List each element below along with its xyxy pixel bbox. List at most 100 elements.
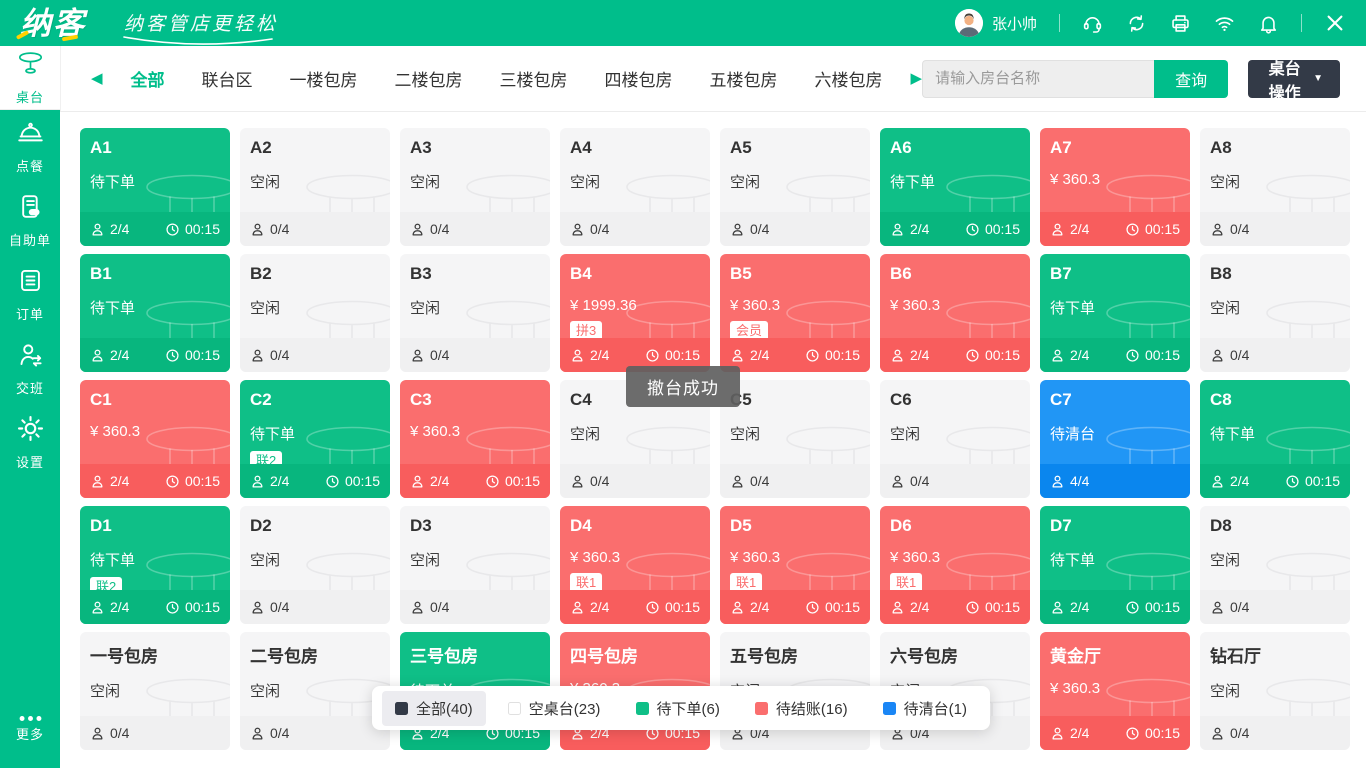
headset-icon[interactable] [1082, 13, 1103, 34]
table-card-C6[interactable]: C6空闲0/4 [880, 380, 1030, 498]
table-card-C1[interactable]: C1¥ 360.32/400:15 [80, 380, 230, 498]
table-card-B3[interactable]: B3空闲0/4 [400, 254, 550, 372]
occupancy: 2/4 [1050, 599, 1089, 615]
person-icon [90, 726, 105, 741]
occupancy: 4/4 [1050, 473, 1089, 489]
sidebar-item-交班[interactable]: 交班 [0, 332, 60, 406]
occupancy: 2/4 [570, 599, 609, 615]
person-icon [90, 600, 105, 615]
table-card-钻石厅[interactable]: 钻石厅空闲0/4 [1200, 632, 1350, 750]
table-card-D6[interactable]: D6¥ 360.3联12/400:15 [880, 506, 1030, 624]
card-footer: 2/400:15 [880, 212, 1030, 246]
wifi-icon[interactable] [1214, 13, 1235, 34]
close-icon[interactable] [1324, 12, 1346, 34]
legend-swatch [395, 702, 408, 715]
table-card-A7[interactable]: A7¥ 360.32/400:15 [1040, 128, 1190, 246]
table-card-A4[interactable]: A4空闲0/4 [560, 128, 710, 246]
table-name: A4 [570, 138, 700, 158]
table-card-B7[interactable]: B7待下单2/400:15 [1040, 254, 1190, 372]
timer: 00:15 [805, 599, 860, 615]
tab-六楼包房[interactable]: 六楼包房 [815, 66, 883, 91]
legend-item-全部(40)[interactable]: 全部(40) [382, 691, 486, 726]
clock-icon [165, 222, 180, 237]
occupancy: 0/4 [250, 725, 289, 741]
table-icon [17, 50, 44, 82]
table-card-黄金厅[interactable]: 黄金厅¥ 360.32/400:15 [1040, 632, 1190, 750]
table-card-D2[interactable]: D2空闲0/4 [240, 506, 390, 624]
tab-联台区[interactable]: 联台区 [202, 66, 253, 91]
table-card-一号包房[interactable]: 一号包房空闲0/4 [80, 632, 230, 750]
sidebar-item-自助单[interactable]: 自助单 [0, 184, 60, 258]
table-card-C7[interactable]: C7待清台4/4 [1040, 380, 1190, 498]
tabs-prev-arrow[interactable]: ◀ [91, 71, 103, 86]
sync-icon[interactable] [1126, 13, 1147, 34]
legend-item-待下单(6)[interactable]: 待下单(6) [623, 691, 733, 726]
table-card-D8[interactable]: D8空闲0/4 [1200, 506, 1350, 624]
bell-icon[interactable] [1258, 13, 1279, 34]
table-card-C8[interactable]: C8待下单2/400:15 [1200, 380, 1350, 498]
tab-全部[interactable]: 全部 [131, 66, 165, 91]
table-card-二号包房[interactable]: 二号包房空闲0/4 [240, 632, 390, 750]
table-card-B5[interactable]: B5¥ 360.3会员2/400:15 [720, 254, 870, 372]
occupancy: 2/4 [890, 347, 929, 363]
table-card-D1[interactable]: D1待下单联22/400:15 [80, 506, 230, 624]
occupancy: 0/4 [1210, 599, 1249, 615]
person-icon [410, 348, 425, 363]
app-window: 纳客 纳客管店更轻松 张小帅 [0, 0, 1366, 768]
tab-五楼包房[interactable]: 五楼包房 [710, 66, 778, 91]
occupancy: 0/4 [1210, 347, 1249, 363]
table-actions-button[interactable]: 桌台操作 ▼ [1248, 60, 1340, 98]
search-button[interactable]: 查询 [1154, 60, 1228, 98]
table-card-B2[interactable]: B2空闲0/4 [240, 254, 390, 372]
table-card-A6[interactable]: A6待下单2/400:15 [880, 128, 1030, 246]
table-card-A2[interactable]: A2空闲0/4 [240, 128, 390, 246]
sidebar-item-more[interactable]: 更多 [0, 694, 60, 768]
table-card-A5[interactable]: A5空闲0/4 [720, 128, 870, 246]
tab-二楼包房[interactable]: 二楼包房 [395, 66, 463, 91]
person-icon [1050, 348, 1065, 363]
table-card-C3[interactable]: C3¥ 360.32/400:15 [400, 380, 550, 498]
occupancy: 2/4 [1050, 221, 1089, 237]
table-card-A3[interactable]: A3空闲0/4 [400, 128, 550, 246]
card-footer: 2/400:15 [560, 590, 710, 624]
search-input[interactable] [922, 60, 1154, 98]
table-card-C5[interactable]: C5空闲0/4 [720, 380, 870, 498]
table-name: A6 [890, 138, 1020, 158]
tab-四楼包房[interactable]: 四楼包房 [605, 66, 673, 91]
sidebar-item-桌台[interactable]: 桌台 [0, 46, 60, 110]
table-card-D7[interactable]: D7待下单2/400:15 [1040, 506, 1190, 624]
timer: 00:15 [165, 347, 220, 363]
card-footer: 4/4 [1040, 464, 1190, 498]
table-card-A8[interactable]: A8空闲0/4 [1200, 128, 1350, 246]
card-footer: 2/400:15 [80, 212, 230, 246]
table-card-A1[interactable]: A1待下单2/400:15 [80, 128, 230, 246]
table-card-B4[interactable]: B4¥ 1999.36拼32/400:15 [560, 254, 710, 372]
sidebar-item-订单[interactable]: 订单 [0, 258, 60, 332]
legend-label: 待下单(6) [657, 698, 720, 719]
table-name: A1 [90, 138, 220, 158]
table-card-B8[interactable]: B8空闲0/4 [1200, 254, 1350, 372]
legend-item-待清台(1)[interactable]: 待清台(1) [870, 691, 980, 726]
tab-一楼包房[interactable]: 一楼包房 [290, 66, 358, 91]
timer: 00:15 [165, 221, 220, 237]
person-icon [730, 474, 745, 489]
occupancy: 2/4 [890, 599, 929, 615]
table-card-B6[interactable]: B6¥ 360.32/400:15 [880, 254, 1030, 372]
table-card-C2[interactable]: C2待下单联22/400:15 [240, 380, 390, 498]
table-card-D3[interactable]: D3空闲0/4 [400, 506, 550, 624]
sidebar-item-label: 自助单 [9, 230, 51, 249]
sidebar-item-点餐[interactable]: 点餐 [0, 110, 60, 184]
legend-item-空桌台(23)[interactable]: 空桌台(23) [495, 691, 614, 726]
tabs-next-arrow[interactable]: ▶ [911, 71, 923, 86]
user-profile[interactable]: 张小帅 [955, 9, 1037, 37]
sidebar-item-设置[interactable]: 设置 [0, 406, 60, 480]
occupancy: 0/4 [90, 725, 129, 741]
legend-item-待结账(16)[interactable]: 待结账(16) [742, 691, 861, 726]
table-name: D1 [90, 516, 220, 536]
tab-三楼包房[interactable]: 三楼包房 [500, 66, 568, 91]
table-card-D4[interactable]: D4¥ 360.3联12/400:15 [560, 506, 710, 624]
table-card-B1[interactable]: B1待下单2/400:15 [80, 254, 230, 372]
printer-icon[interactable] [1170, 13, 1191, 34]
person-icon [90, 222, 105, 237]
table-card-D5[interactable]: D5¥ 360.3联12/400:15 [720, 506, 870, 624]
